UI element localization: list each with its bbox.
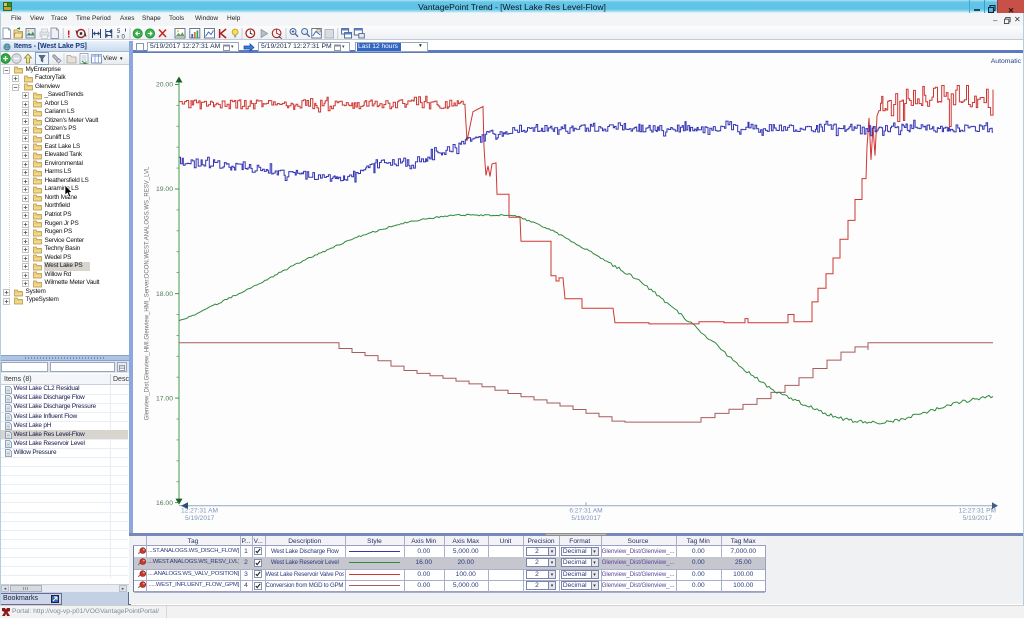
svg-text:18.00: 18.00: [156, 291, 173, 298]
svg-text:17.00: 17.00: [156, 395, 173, 402]
svg-text:5/19/2017: 5/19/2017: [571, 515, 601, 522]
svg-text:20.00: 20.00: [156, 82, 173, 89]
svg-text:12:27:31 AM: 12:27:31 AM: [181, 508, 218, 515]
svg-text:12:27:31 PM: 12:27:31 PM: [959, 508, 996, 515]
svg-text:Glenview_Dist.Glenview_HMI.Gle: Glenview_Dist.Glenview_HMI.Glenview_HMI_…: [145, 166, 151, 420]
svg-text:16.00: 16.00: [156, 500, 173, 507]
svg-text:6:27:31 AM: 6:27:31 AM: [569, 508, 602, 515]
svg-text:5/19/2017: 5/19/2017: [963, 515, 993, 522]
svg-text:5/19/2017: 5/19/2017: [185, 515, 215, 522]
svg-text:Automatic: Automatic: [991, 58, 1022, 65]
svg-text:19.00: 19.00: [156, 186, 173, 193]
